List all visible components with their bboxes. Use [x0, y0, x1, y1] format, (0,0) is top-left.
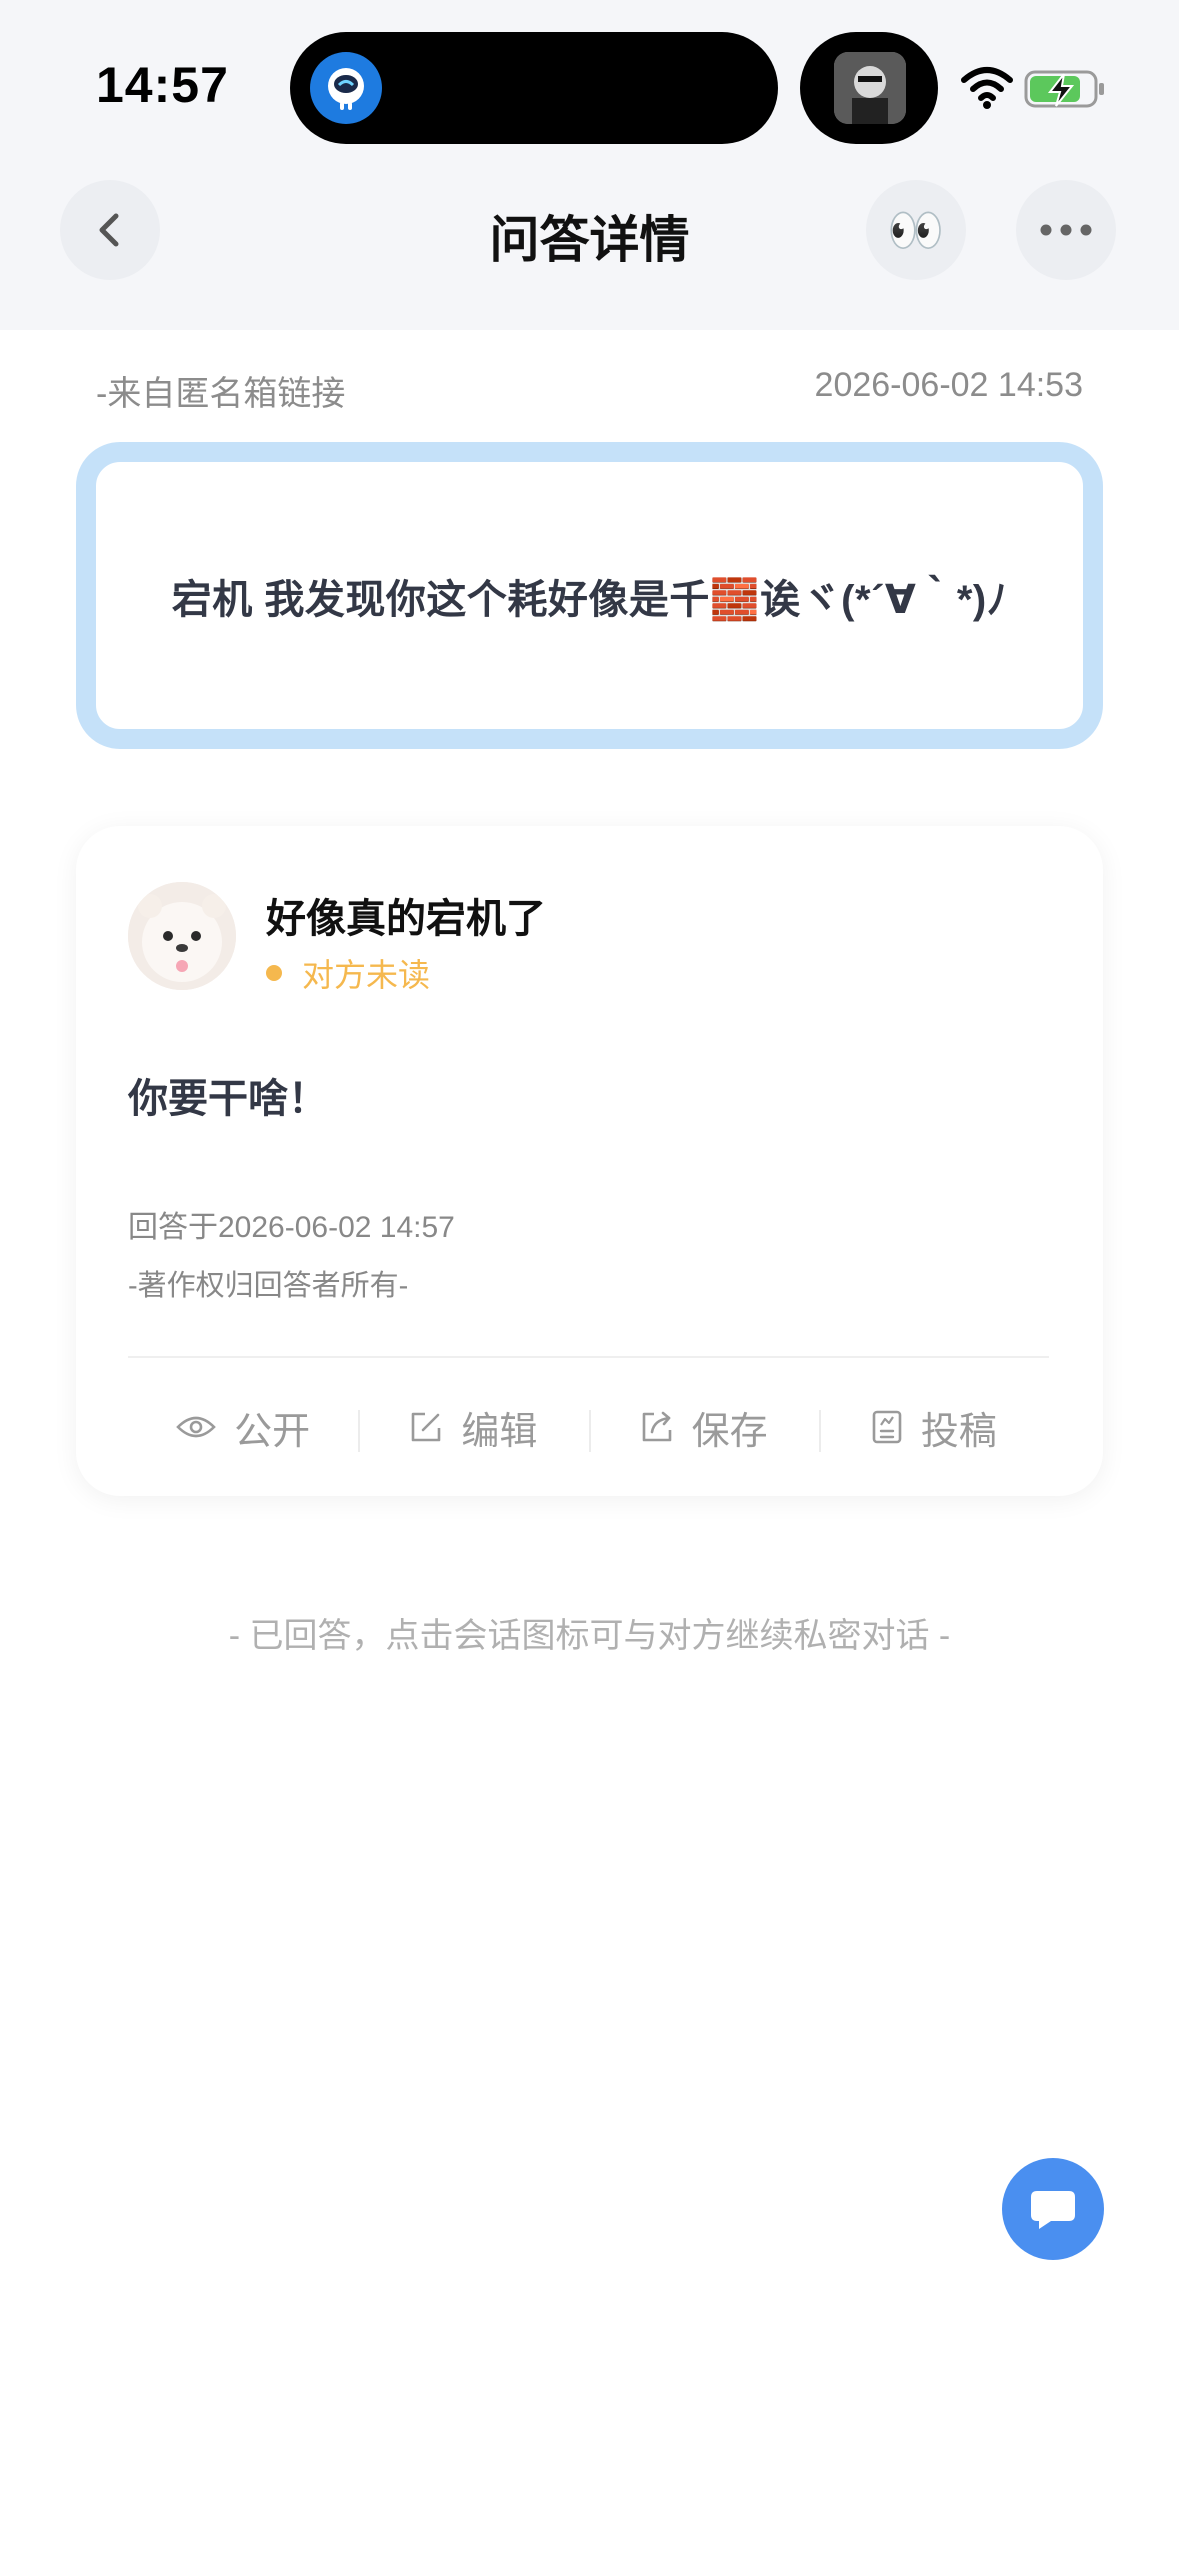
media-thumbnail: [834, 52, 906, 124]
edit-button[interactable]: 编辑: [358, 1358, 588, 1496]
avatar[interactable]: [128, 882, 236, 990]
more-button[interactable]: [1016, 180, 1116, 280]
eye-icon: [176, 1416, 216, 1438]
answerer-name: 好像真的宕机了: [266, 897, 546, 941]
answer-content: 你要干啥！: [128, 1077, 328, 1121]
battery-charging-icon: [1024, 70, 1104, 108]
public-label: 公开: [234, 1410, 311, 1453]
read-status-label: 对方未读: [302, 957, 431, 993]
eyes-icon: 👀: [887, 203, 945, 256]
edit-label: 编辑: [461, 1410, 538, 1453]
eyes-button[interactable]: 👀: [866, 180, 966, 280]
more-dots-icon: [1040, 224, 1092, 236]
status-time: 14:57: [96, 57, 229, 113]
live-activity-pill[interactable]: [800, 32, 938, 144]
document-icon: [872, 1410, 902, 1444]
dynamic-island[interactable]: [290, 32, 778, 144]
public-button[interactable]: 公开: [128, 1358, 358, 1496]
answer-actions: 公开 编辑 保存 投稿: [128, 1358, 1049, 1496]
submit-button[interactable]: 投稿: [818, 1358, 1049, 1496]
status-dot-icon: [266, 965, 282, 981]
submit-label: 投稿: [920, 1410, 997, 1453]
chat-button[interactable]: [1002, 2158, 1104, 2260]
question-timestamp: 2026-06-02 14:53: [814, 366, 1083, 404]
share-save-icon: [642, 1411, 671, 1442]
question-source: -来自匿名箱链接: [96, 375, 346, 413]
footer-hint: - 已回答，点击会话图标可与对方继续私密对话 -: [228, 1617, 951, 1655]
question-text: 宕机 我发现你这个耗好像是千🧱诶ヾ(*´∀｀*)ﾉ: [171, 577, 1008, 622]
page-title: 问答详情: [489, 212, 690, 268]
wifi-icon: [961, 67, 1013, 109]
robot-app-icon: [310, 52, 382, 124]
answer-card: 好像真的宕机了 对方未读 你要干啥！ 回答于2026-06-02 14:57 -…: [76, 826, 1103, 1496]
question-card: 宕机 我发现你这个耗好像是千🧱诶ヾ(*´∀｀*)ﾉ: [76, 442, 1103, 749]
save-button[interactable]: 保存: [588, 1358, 819, 1496]
read-status: 对方未读: [266, 950, 430, 996]
save-label: 保存: [691, 1410, 768, 1453]
edit-icon: [412, 1412, 441, 1442]
chat-bubble-icon: [1031, 2191, 1075, 2229]
answered-time: 回答于2026-06-02 14:57: [128, 1211, 455, 1244]
copyright-note: -著作权归回答者所有-: [128, 1270, 409, 1302]
